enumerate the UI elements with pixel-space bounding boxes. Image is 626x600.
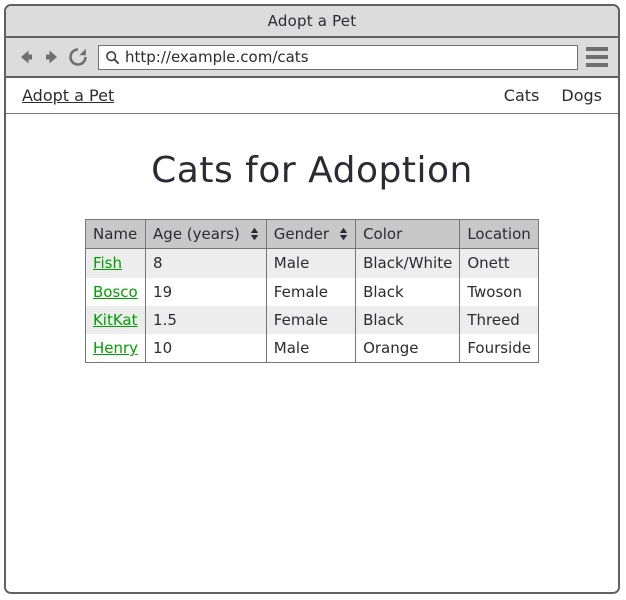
browser-toolbar: http://example.com/cats bbox=[6, 38, 618, 78]
browser-window: Adopt a Pet http://example.com/cats Adop… bbox=[4, 4, 620, 594]
forward-arrow-icon bbox=[46, 50, 57, 64]
cell-color: Black bbox=[355, 277, 461, 306]
cell-gender: Female bbox=[266, 277, 357, 306]
column-header-gender[interactable]: Gender bbox=[266, 219, 357, 250]
sort-toggle-icon[interactable] bbox=[250, 227, 259, 241]
cell-name: KitKat bbox=[85, 305, 147, 334]
table-row: Fish 8 Male Black/White Onett bbox=[85, 248, 539, 278]
column-header-name[interactable]: Name bbox=[85, 219, 147, 250]
cell-location: Twoson bbox=[467, 282, 522, 301]
cell-gender: Female bbox=[266, 305, 357, 334]
reload-icon bbox=[69, 48, 87, 66]
menu-bar-1 bbox=[586, 47, 608, 51]
table-row: Bosco 19 Female Black Twoson bbox=[85, 277, 539, 306]
pet-link[interactable]: Bosco bbox=[93, 283, 138, 301]
table-row: Henry 10 Male Orange Fourside bbox=[85, 334, 539, 363]
window-titlebar: Adopt a Pet bbox=[6, 6, 618, 38]
cell-age: 19 bbox=[145, 277, 267, 306]
pet-link[interactable]: KitKat bbox=[93, 311, 138, 329]
column-header-location-label: Location bbox=[467, 225, 531, 243]
cell-age: 8 bbox=[145, 248, 267, 278]
page-title: Cats for Adoption bbox=[151, 150, 473, 191]
site-brand[interactable]: Adopt a Pet bbox=[22, 86, 114, 105]
table-container: Name Age (years) Gender Color Location F… bbox=[6, 219, 618, 364]
reload-button[interactable] bbox=[66, 45, 90, 69]
pet-link[interactable]: Henry bbox=[93, 339, 138, 357]
cell-location: Fourside bbox=[467, 339, 532, 357]
column-header-name-label: Name bbox=[92, 225, 138, 243]
cell-color: Black bbox=[355, 305, 461, 334]
cell-location: Onett bbox=[467, 254, 510, 273]
table-body: Fish 8 Male Black/White Onett Bosco 19 F… bbox=[85, 248, 539, 363]
menu-bar-2 bbox=[586, 55, 608, 59]
url-bar[interactable]: http://example.com/cats bbox=[98, 44, 578, 70]
hamburger-menu-icon[interactable] bbox=[586, 45, 610, 69]
column-header-location[interactable]: Location bbox=[459, 219, 539, 250]
cell-location: Threed bbox=[467, 310, 520, 329]
table-header-row: Name Age (years) Gender Color Location bbox=[85, 219, 539, 250]
column-header-color[interactable]: Color bbox=[355, 219, 461, 250]
url-text[interactable]: http://example.com/cats bbox=[125, 48, 309, 66]
cell-name: Fish bbox=[85, 248, 147, 278]
site-navbar: Adopt a Pet Cats Dogs bbox=[6, 78, 618, 114]
column-header-gender-label: Gender bbox=[273, 225, 330, 243]
table-row: KitKat 1.5 Female Black Threed bbox=[85, 305, 539, 334]
sort-toggle-icon[interactable] bbox=[339, 227, 348, 241]
cell-name: Bosco bbox=[85, 277, 147, 306]
back-button[interactable] bbox=[14, 45, 38, 69]
forward-button[interactable] bbox=[40, 45, 64, 69]
cell-gender: Male bbox=[266, 334, 357, 363]
cell-age: 10 bbox=[145, 334, 267, 363]
search-icon bbox=[105, 50, 120, 65]
nav-link-cats[interactable]: Cats bbox=[504, 86, 540, 105]
back-arrow-icon bbox=[21, 50, 32, 64]
site-nav-links: Cats Dogs bbox=[504, 86, 602, 105]
cell-color: Black/White bbox=[355, 248, 461, 278]
table-header: Name Age (years) Gender Color Location bbox=[85, 219, 539, 250]
cats-table: Name Age (years) Gender Color Location F… bbox=[84, 219, 540, 364]
column-header-age[interactable]: Age (years) bbox=[145, 219, 267, 250]
cell-gender: Male bbox=[266, 248, 357, 278]
page-content: Cats for Adoption Name Age (years) Gende… bbox=[6, 114, 618, 592]
column-header-age-label: Age (years) bbox=[153, 225, 240, 243]
window-title: Adopt a Pet bbox=[267, 12, 357, 30]
column-header-color-label: Color bbox=[363, 225, 403, 243]
cell-age: 1.5 bbox=[145, 305, 267, 334]
menu-bar-3 bbox=[586, 63, 608, 67]
cell-color: Orange bbox=[355, 334, 461, 363]
pet-link[interactable]: Fish bbox=[93, 254, 122, 272]
nav-link-dogs[interactable]: Dogs bbox=[561, 86, 602, 105]
cell-name: Henry bbox=[85, 334, 147, 363]
